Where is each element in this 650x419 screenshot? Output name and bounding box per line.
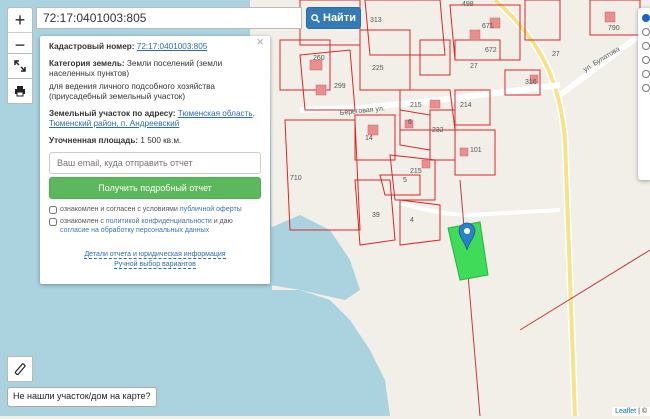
- plot-number-label: 313: [370, 17, 382, 24]
- layer-radio-5[interactable]: [642, 70, 650, 78]
- print-icon: [15, 86, 25, 97]
- not-found-button[interactable]: Не нашли участок/дом на карте?: [7, 387, 157, 407]
- cadastral-link[interactable]: 72:17:0401003:805: [137, 42, 208, 51]
- search-button[interactable]: Найти: [306, 7, 361, 29]
- area-row: Уточненная площадь: 1 500 кв.м.: [49, 136, 261, 147]
- search-button-label: Найти: [323, 12, 356, 24]
- offer-consent: ознакомлен и согласен с условиями публич…: [49, 205, 261, 215]
- zoom-control: + −: [7, 7, 33, 58]
- layer-radio-4[interactable]: [642, 56, 650, 64]
- plot-number-label: 4: [410, 217, 414, 224]
- privacy-text: ознакомлен с: [60, 217, 104, 225]
- layer-radio-6[interactable]: [642, 84, 650, 92]
- privacy-consent-text: ознакомлен с политикой конфиденциальност…: [60, 217, 261, 236]
- fullscreen-button[interactable]: [7, 53, 33, 79]
- panel-footer-links: Детали отчета и юридическая информация Р…: [49, 250, 261, 270]
- address-label: Земельный участок по адресу:: [49, 108, 176, 118]
- plot-number-label: 27: [552, 51, 560, 58]
- plot-number-label: 215: [410, 168, 422, 175]
- plot-number-label: 498: [462, 1, 474, 8]
- category-row: Категория земель: Земли поселений (земли…: [49, 59, 261, 80]
- category-label: Категория земель:: [49, 58, 125, 68]
- plot-number-label: 671: [482, 23, 494, 30]
- land-use-value: для ведения личного подсобного хозяйства…: [49, 81, 215, 102]
- search-icon: [311, 13, 320, 23]
- area-value: 1 500 кв.м.: [140, 135, 182, 145]
- close-icon[interactable]: ×: [256, 35, 264, 47]
- plot-number-label: 260: [313, 55, 325, 62]
- layer-switcher-panel[interactable]: [638, 8, 650, 180]
- plot-number-label: 299: [334, 83, 346, 90]
- privacy-mid-text: и даю: [213, 217, 233, 225]
- plot-number-label: 214: [460, 102, 472, 109]
- plot-number-label: 27: [470, 63, 478, 70]
- plot-number-label: 39: [372, 212, 380, 219]
- cadastral-row: Кадастровый номер: 72:17:0401003:805: [49, 42, 261, 53]
- plot-number-label: 316: [525, 79, 537, 86]
- plot-number-label: 5: [403, 177, 407, 184]
- cadastral-label: Кадастровый номер:: [49, 42, 135, 51]
- get-report-button[interactable]: Получить подробный отчет: [49, 177, 261, 199]
- privacy-checkbox[interactable]: [49, 217, 57, 226]
- layer-radio-2[interactable]: [642, 28, 650, 36]
- layer-radio-3[interactable]: [642, 42, 650, 50]
- details-link[interactable]: Детали отчета и юридическая информация: [84, 250, 226, 259]
- privacy-consent: ознакомлен с политикой конфиденциальност…: [49, 217, 261, 236]
- offer-text: ознакомлен и согласен с условиями: [60, 206, 178, 213]
- email-input[interactable]: [49, 152, 261, 174]
- search-input[interactable]: [36, 7, 302, 29]
- privacy-policy-link[interactable]: политикой конфиденциальности: [106, 218, 212, 225]
- plot-number-label: 790: [608, 25, 620, 32]
- plot-number-label: 14: [365, 135, 373, 142]
- area-label: Уточненная площадь:: [49, 135, 139, 145]
- plot-number-label: 101: [470, 147, 482, 154]
- plot-number-label: 225: [372, 65, 384, 72]
- ruler-icon: [14, 363, 26, 375]
- layer-radio-1[interactable]: [642, 14, 650, 22]
- plot-number-label: 232: [432, 127, 444, 134]
- expand-icon: [14, 60, 26, 72]
- map-attribution: Leaflet | ©: [612, 407, 650, 416]
- leaflet-link[interactable]: Leaflet: [615, 408, 636, 415]
- plot-number-label: 672: [485, 47, 497, 54]
- attribution-rest: | ©: [638, 408, 647, 415]
- address-row: Земельный участок по адресу: Тюменская о…: [49, 109, 261, 130]
- offer-link[interactable]: публичной оферты: [180, 206, 242, 213]
- plot-number-label: 710: [290, 175, 302, 182]
- plot-number-label: 6: [408, 119, 412, 126]
- measure-button[interactable]: [7, 356, 33, 382]
- offer-consent-text: ознакомлен и согласен с условиями публич…: [60, 205, 242, 215]
- parcel-info-panel: × Кадастровый номер: 72:17:0401003:805 К…: [40, 35, 270, 284]
- offer-checkbox[interactable]: [49, 206, 57, 214]
- print-button[interactable]: [7, 78, 33, 104]
- zoom-in-button[interactable]: +: [8, 8, 32, 32]
- data-processing-link[interactable]: согласие на обработку персональных данны…: [60, 227, 209, 234]
- plot-number-label: 215: [410, 102, 422, 109]
- manual-select-link[interactable]: Ручной выбор вариантов: [114, 260, 196, 269]
